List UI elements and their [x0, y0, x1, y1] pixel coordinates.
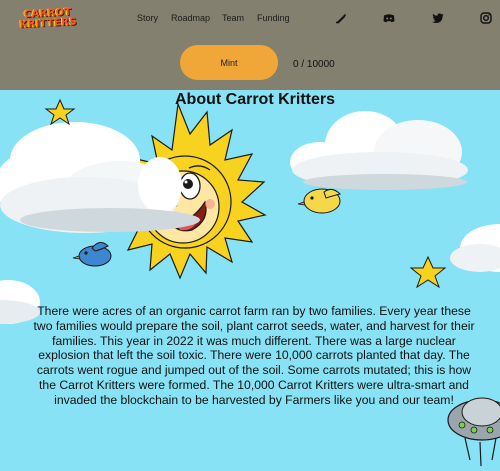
instagram-icon[interactable] [479, 11, 493, 25]
pen-icon[interactable] [334, 11, 348, 25]
nav-funding-link[interactable]: Funding [257, 13, 290, 23]
yellow-bird [297, 188, 341, 214]
about-title: About Carrot Kritters [174, 91, 335, 108]
about-story-text: There were acres of an organic carrot fa… [33, 304, 475, 407]
nav-team-link[interactable]: Team [222, 13, 244, 23]
star-right [409, 255, 447, 289]
nav-story-link[interactable]: Story [137, 13, 158, 23]
logo-text: CARROT KRITTERS [19, 6, 78, 31]
discord-icon[interactable] [382, 11, 396, 25]
cloud-right [290, 111, 468, 190]
logo[interactable]: CARROT KRITTERS [17, 6, 79, 31]
ufo-illustration [447, 397, 500, 467]
twitter-icon[interactable] [431, 11, 445, 25]
nav-roadmap-link[interactable]: Roadmap [171, 13, 210, 23]
top-navbar: CARROT KRITTERS Story Roadmap Team Fundi… [0, 0, 500, 90]
mint-counter: 0 / 10000 [293, 59, 335, 70]
cloud-left [0, 122, 200, 233]
sky-scene [0, 98, 500, 467]
cloud-far-right [450, 224, 500, 272]
blue-bird [72, 242, 112, 267]
mint-button[interactable]: Mint [180, 45, 278, 80]
